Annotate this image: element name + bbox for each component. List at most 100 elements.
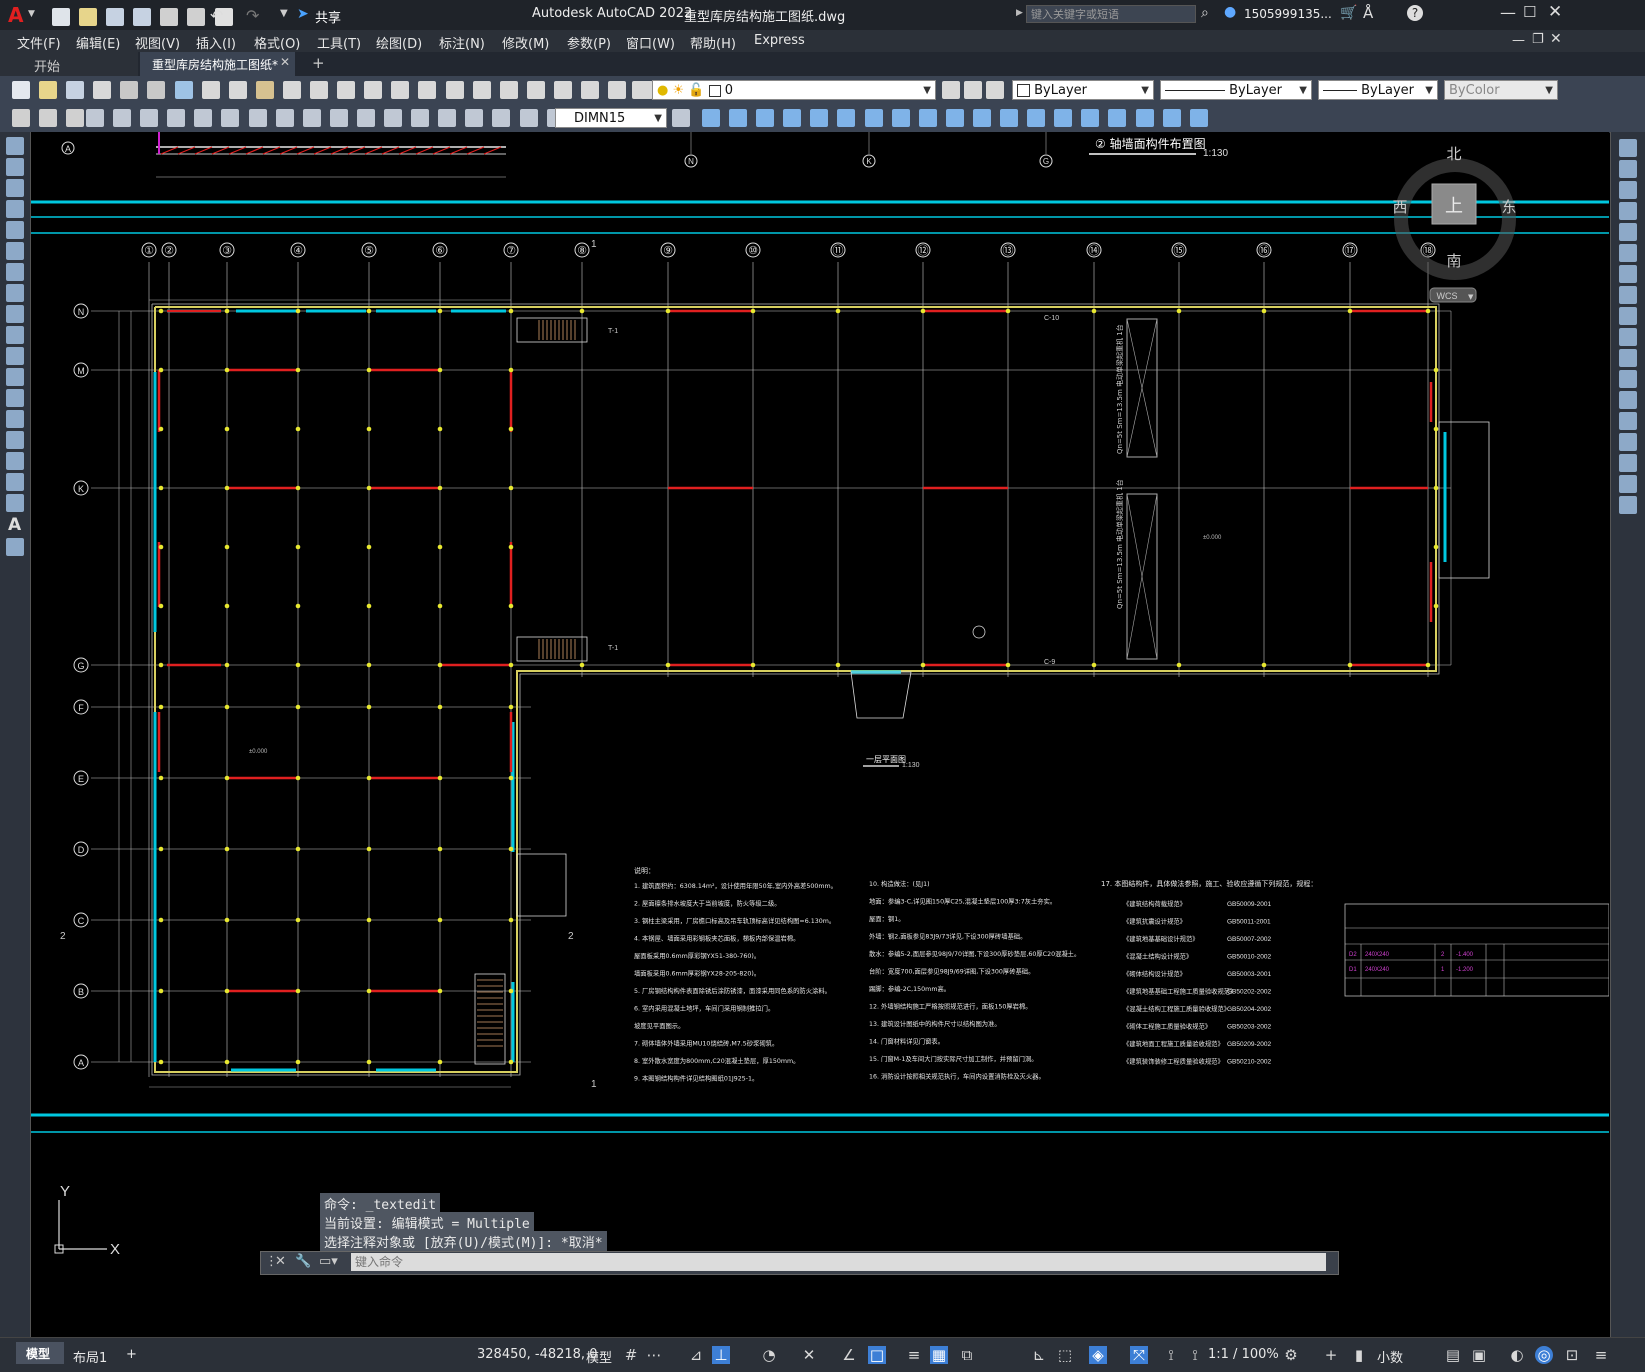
annotation-visibility-icon[interactable]: ⟟ [1162,1346,1180,1364]
annotation-monitor-plus-icon[interactable]: + [1322,1346,1340,1364]
array-icon[interactable] [1619,223,1637,241]
lock-ui-icon[interactable]: ▣ [1470,1346,1488,1364]
doc-close-icon[interactable]: ✕ [1550,31,1562,47]
3d-osnap-icon[interactable]: ⊾ [1030,1346,1048,1364]
blend-curves-icon[interactable] [1619,475,1637,493]
dim-continue-icon[interactable] [356,109,375,127]
modify-copy-icon[interactable] [729,109,748,127]
markup-icon[interactable] [608,81,627,99]
dim-linear-icon[interactable] [86,109,104,127]
modify-array-icon[interactable] [810,109,829,127]
modify-chamfer-icon[interactable] [1054,109,1073,127]
save-tool-icon[interactable] [66,81,85,99]
dim-space-icon[interactable] [384,109,403,127]
plotstyle-dropdown[interactable]: ByColor ▼ [1444,80,1558,100]
cart-icon[interactable]: 🛒 [1340,5,1357,21]
drawing-canvas[interactable]: A N K G ② 轴墙面构件布置图 1:130 ①② ③ ④ ⑤ ⑥ ⑦ ⑧ ⑨ ⑩ ⑪ ⑫ ⑬ ⑭ ⑮ ⑯ ⑰… [31,132,1609,1337]
command-close-icon[interactable]: ✕ [275,1254,286,1269]
scale-icon[interactable] [1619,286,1637,304]
tab-model[interactable]: 模型 [16,1342,64,1364]
sheet-set-icon[interactable] [580,81,599,99]
infer-constraints-icon[interactable]: ⊿ [687,1346,705,1364]
plot-tool-icon[interactable] [93,81,112,99]
command-recent-icon[interactable]: ▭▾ [319,1254,338,1269]
customization-icon[interactable]: ≡ [1592,1346,1610,1364]
snap-mode-icon[interactable]: ⋯ [645,1346,663,1364]
open-file-icon[interactable] [79,8,98,26]
rotate-icon[interactable] [1619,265,1637,283]
modify-move-icon[interactable] [837,109,856,127]
menu-modify[interactable]: 修改(M) [502,33,549,52]
layer-match-icon[interactable] [964,81,982,99]
save-icon[interactable] [106,8,125,26]
selection-cycling-icon[interactable]: ⧉ [958,1346,976,1364]
hardware-acceleration-icon[interactable]: ◎ [1535,1346,1553,1364]
modify-explode-icon[interactable] [1108,109,1127,127]
polar-tracking-icon[interactable]: ◔ [760,1346,778,1364]
search-icon[interactable]: ⌕ [1201,5,1209,21]
properties-icon[interactable] [499,81,518,99]
menu-express[interactable]: Express [754,33,805,48]
layer-iso-icon[interactable] [39,109,58,127]
erase-icon[interactable] [1619,139,1637,157]
modify-join-icon[interactable] [1027,109,1046,127]
menu-format[interactable]: 格式(O) [254,33,300,52]
quick-properties-icon[interactable]: ▤ [1444,1346,1462,1364]
dynamic-input-icon[interactable]: ⊥ [712,1346,730,1364]
draworder-above-icon[interactable] [1189,109,1208,127]
explode-icon[interactable] [1619,496,1637,514]
help-icon[interactable]: ? [1407,5,1423,21]
menu-file[interactable]: 文件(F) [17,33,61,52]
block-editor-icon[interactable] [310,81,329,99]
table-icon[interactable] [6,494,24,512]
new-tab-plus-icon[interactable]: + [312,54,325,72]
layer-thaw-sun-icon[interactable]: ☀ [672,83,684,98]
ellipse-arc-icon[interactable] [6,347,24,365]
object-snap-icon[interactable]: □ [868,1346,886,1364]
redo-icon[interactable]: ↷ [246,6,259,25]
add-selected-icon[interactable] [6,538,24,556]
match-properties-icon[interactable] [282,81,301,99]
viewcube[interactable]: 上 北 南 东 西 WCS ▼ [1392,145,1517,303]
design-center-icon[interactable] [526,81,545,99]
inspection-icon[interactable] [492,109,511,127]
layer-properties-icon[interactable] [632,81,650,99]
web-mobile-open-icon[interactable] [160,8,179,26]
undo-tool-icon[interactable] [337,81,356,99]
doc-minimize-icon[interactable]: — [1512,33,1525,48]
jogged-linear-icon[interactable] [519,109,538,127]
new-file-icon[interactable] [52,8,70,26]
isodraft-icon[interactable]: ✕ [800,1346,818,1364]
region-icon[interactable] [6,473,24,491]
menu-edit[interactable]: 编辑(E) [76,33,120,52]
layer-dropdown[interactable]: ● ☀ 🔓 0 ▼ [652,80,936,100]
menu-tools[interactable]: 工具(T) [317,33,361,52]
grid-icon[interactable]: # [622,1346,640,1364]
break-icon[interactable] [1619,391,1637,409]
lineweight-dropdown[interactable]: ByLayer ▼ [1318,80,1438,100]
redo-tool-icon[interactable] [364,81,383,99]
make-current-layer-icon[interactable] [942,81,960,99]
units-icon[interactable]: ▮ [1350,1346,1368,1364]
transparency-icon[interactable]: ▦ [930,1346,948,1364]
hatch-icon[interactable] [6,431,24,449]
copy-icon[interactable] [228,81,247,99]
modify-stretch-icon[interactable] [918,109,937,127]
maximize-icon[interactable]: ☐ [1523,3,1536,21]
dim-diameter-icon[interactable] [248,109,267,127]
copy-object-icon[interactable] [1619,160,1637,178]
rectangle-icon[interactable] [6,221,24,239]
tolerance-icon[interactable] [438,109,457,127]
arc-icon[interactable] [6,242,24,260]
paste-icon[interactable] [255,81,274,99]
modify-rotate-icon[interactable] [864,109,883,127]
autodesk-a360-icon[interactable]: Å [1363,4,1373,22]
dynamic-ucs-icon[interactable]: ⬚ [1056,1346,1074,1364]
dimstyle-dropdown[interactable]: DIMN15 ▼ [555,108,667,128]
color-dropdown[interactable]: ByLayer ▼ [1012,80,1154,100]
coordinate-readout[interactable]: 328450, -48218, 0 [477,1347,597,1362]
cut-icon[interactable] [201,81,220,99]
dimension-style-icon[interactable] [672,109,690,127]
layer-off-icon[interactable] [66,109,85,127]
dim-angular-icon[interactable] [275,109,294,127]
